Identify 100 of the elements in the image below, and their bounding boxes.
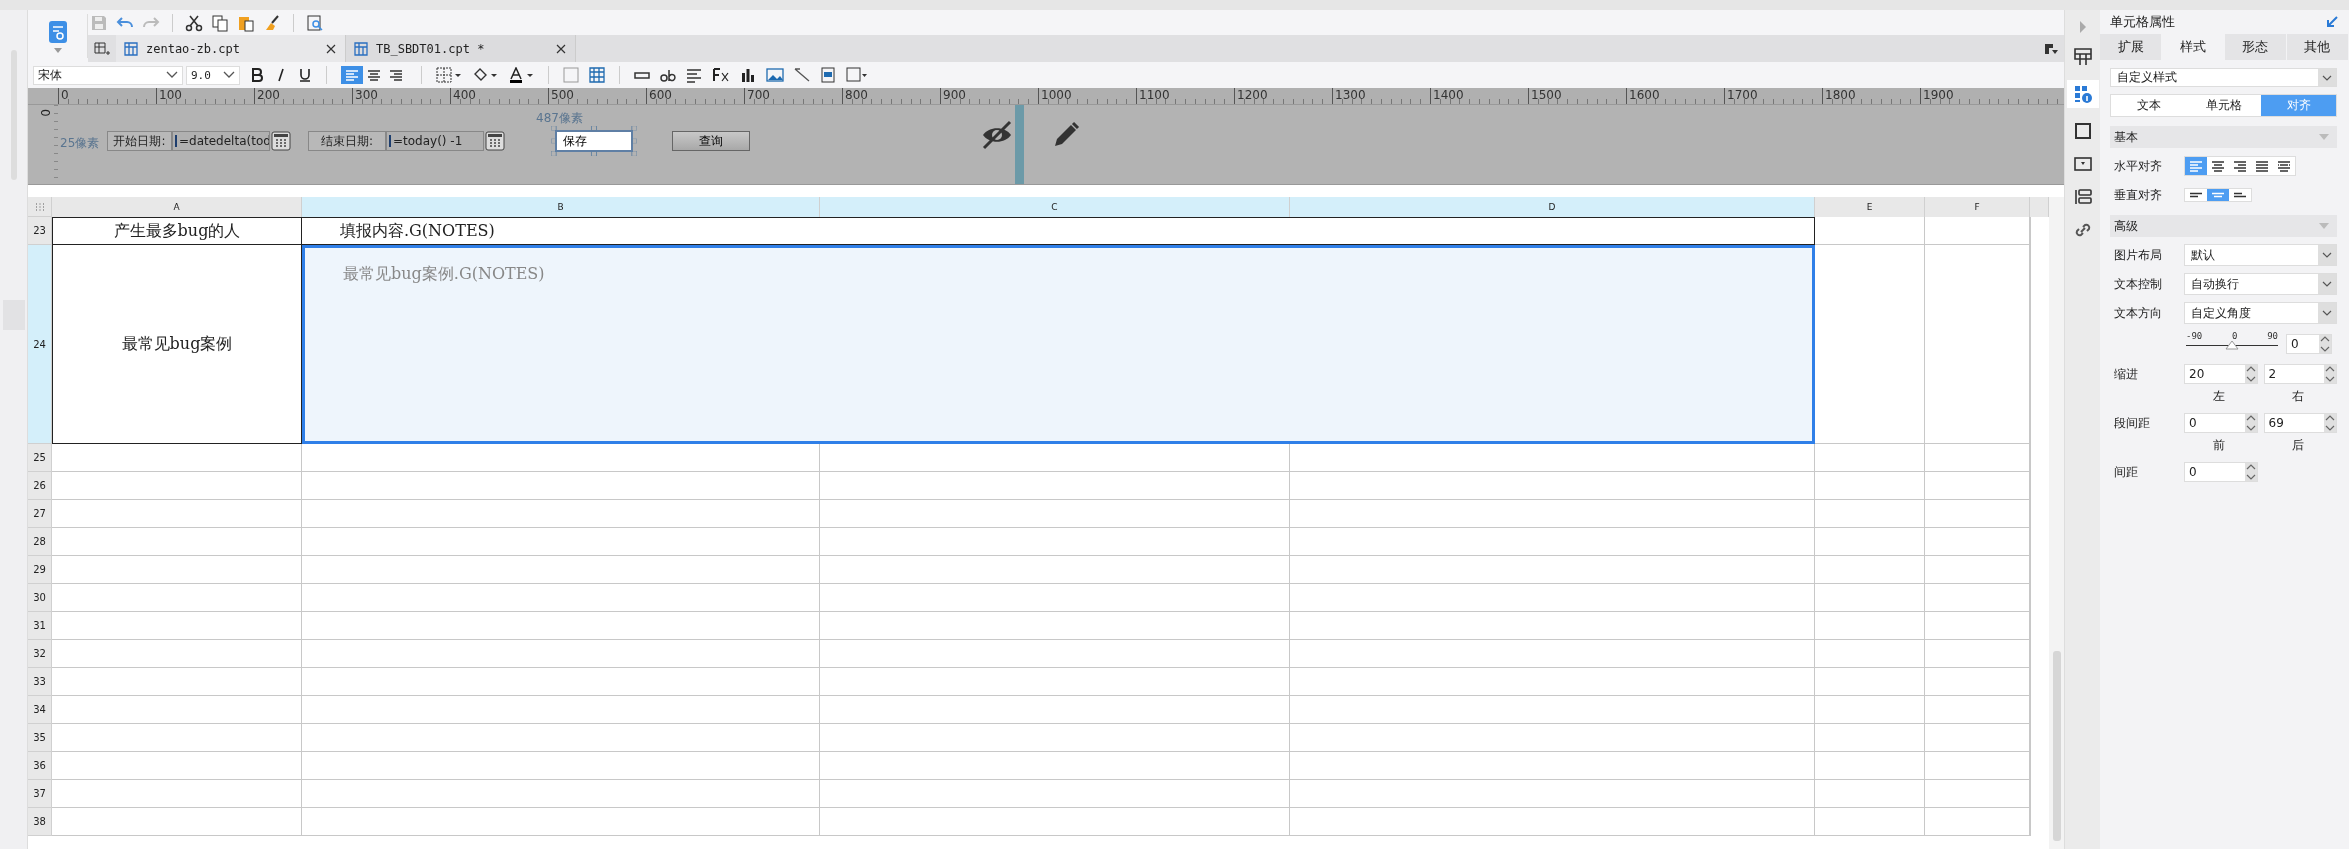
document-tab[interactable]: TB_SBDT01.cpt * — [346, 35, 576, 62]
merge-cells-icon[interactable] — [563, 67, 579, 83]
spinner-button[interactable] — [2244, 365, 2257, 383]
cut-icon[interactable] — [185, 13, 203, 32]
slider-thumb[interactable] — [2225, 340, 2239, 350]
calendar-icon[interactable] — [485, 131, 505, 151]
number-field[interactable]: 0 — [2184, 413, 2258, 433]
borders-icon[interactable] — [436, 67, 462, 83]
image-icon[interactable] — [766, 67, 784, 83]
widget-icon[interactable] — [2072, 154, 2093, 174]
number-field[interactable]: 2 — [2263, 364, 2337, 384]
grid-dots-icon — [34, 202, 45, 211]
row-number[interactable]: 32 — [28, 640, 52, 668]
row-number[interactable]: 37 — [28, 780, 52, 808]
align-center-icon — [367, 69, 381, 81]
conditional-icon[interactable] — [2072, 187, 2093, 207]
border-frame-icon[interactable] — [846, 67, 868, 83]
save-button[interactable]: 保存 — [555, 130, 633, 152]
formula-icon[interactable] — [712, 67, 730, 83]
dropdown[interactable]: 自定义角度 — [2184, 302, 2337, 324]
up-down-arrows-icon — [2245, 366, 2256, 382]
property-tab[interactable]: 样式 — [2162, 34, 2225, 60]
row-number[interactable]: 38 — [28, 808, 52, 836]
fill-bucket-icon[interactable] — [472, 67, 498, 83]
close-icon[interactable] — [325, 42, 337, 55]
align-left-button[interactable] — [341, 66, 363, 84]
row-number[interactable]: 36 — [28, 752, 52, 780]
column-header[interactable]: D — [1290, 197, 1815, 217]
text-style-icon[interactable] — [660, 67, 676, 83]
style-subtab[interactable]: 文本 — [2111, 95, 2186, 116]
field-label: 图片布局 — [2113, 246, 2163, 264]
calendar-icon[interactable] — [271, 131, 291, 151]
paragraph-icon[interactable] — [686, 67, 702, 83]
date-field[interactable]: =today() -1 — [386, 131, 484, 151]
spinner-button[interactable] — [2245, 463, 2257, 481]
column-header[interactable]: C — [820, 197, 1290, 217]
font-size-dropdown[interactable]: 9.0 — [186, 65, 240, 85]
number-field[interactable]: 69 — [2263, 413, 2337, 433]
scrollbar[interactable] — [2049, 197, 2064, 849]
number-field[interactable]: 0 — [2184, 462, 2258, 482]
eye-slash-icon[interactable] — [980, 120, 1014, 150]
row-number[interactable]: 23 — [28, 217, 52, 245]
add-table-icon[interactable] — [94, 40, 110, 57]
section-header[interactable]: 基本 — [2110, 126, 2337, 148]
dropdown[interactable]: 自动换行 — [2184, 273, 2337, 295]
row-number[interactable]: 25 — [28, 444, 52, 472]
spinner-button[interactable] — [2324, 414, 2336, 432]
preview-icon[interactable] — [306, 13, 324, 32]
spinner-button[interactable] — [2319, 334, 2331, 353]
spinner-button[interactable] — [2324, 365, 2336, 383]
row-number[interactable]: 28 — [28, 528, 52, 556]
close-icon[interactable] — [555, 42, 567, 55]
row-number[interactable]: 33 — [28, 668, 52, 696]
row-number[interactable]: 34 — [28, 696, 52, 724]
row-number[interactable]: 24 — [28, 245, 52, 444]
align-left-icon — [345, 69, 359, 81]
date-field[interactable]: =datedelta(tod — [172, 131, 270, 151]
square-icon[interactable] — [2072, 121, 2093, 141]
field-label: 水平对齐 — [2113, 157, 2163, 175]
dropdown-corner-icon[interactable] — [2044, 41, 2058, 56]
spinner-button[interactable] — [2244, 414, 2257, 432]
row-number[interactable]: 30 — [28, 584, 52, 612]
align-middle-icon — [2211, 192, 2225, 198]
row-number[interactable]: 29 — [28, 556, 52, 584]
bar-chart-icon[interactable] — [740, 67, 756, 83]
chevron-down-icon — [2322, 310, 2332, 316]
brush-icon[interactable] — [263, 13, 281, 32]
column-header[interactable]: E — [1815, 197, 1925, 217]
field-caption: 后 — [2290, 437, 2305, 454]
column-header[interactable]: F — [1925, 197, 2030, 217]
property-tab[interactable]: 形态 — [2224, 34, 2287, 60]
font-family-dropdown[interactable]: 宋体 — [33, 65, 183, 85]
style-subtab[interactable]: 单元格 — [2186, 95, 2261, 116]
dock-arrow-icon[interactable] — [2325, 15, 2339, 29]
section-header[interactable]: 高级 — [2110, 215, 2337, 237]
field-label: 缩进 — [2113, 365, 2139, 383]
cell-attributes-button[interactable] — [2066, 80, 2099, 108]
query-button[interactable]: 查询 — [672, 131, 750, 151]
row-number[interactable]: 35 — [28, 724, 52, 752]
underline-icon[interactable] — [298, 68, 312, 82]
font-color-icon[interactable] — [508, 67, 534, 83]
copy-icon[interactable] — [211, 13, 229, 32]
column-header[interactable]: B — [302, 197, 820, 217]
grid-icon[interactable] — [589, 67, 605, 83]
number-field[interactable]: 20 — [2184, 364, 2258, 384]
document-tab[interactable]: zentao-zb.cpt — [116, 35, 346, 62]
row-number[interactable]: 26 — [28, 472, 52, 500]
align-distributed-icon — [2277, 160, 2291, 172]
align-top-icon — [2189, 192, 2203, 198]
slash-icon[interactable] — [794, 67, 810, 83]
bold-icon[interactable] — [250, 68, 264, 82]
scrollbar-thumb[interactable] — [2052, 651, 2061, 841]
dropdown[interactable]: 默认 — [2184, 244, 2337, 266]
row-number[interactable]: 27 — [28, 500, 52, 528]
cell-element-icon[interactable] — [2072, 47, 2093, 67]
row-number[interactable]: 31 — [28, 612, 52, 640]
property-tab[interactable]: 其他 — [2286, 34, 2349, 60]
style-dropdown[interactable]: 自定义样式 — [2110, 68, 2337, 87]
subreport-icon[interactable] — [820, 67, 836, 83]
number-field[interactable]: 0 — [2286, 333, 2332, 354]
